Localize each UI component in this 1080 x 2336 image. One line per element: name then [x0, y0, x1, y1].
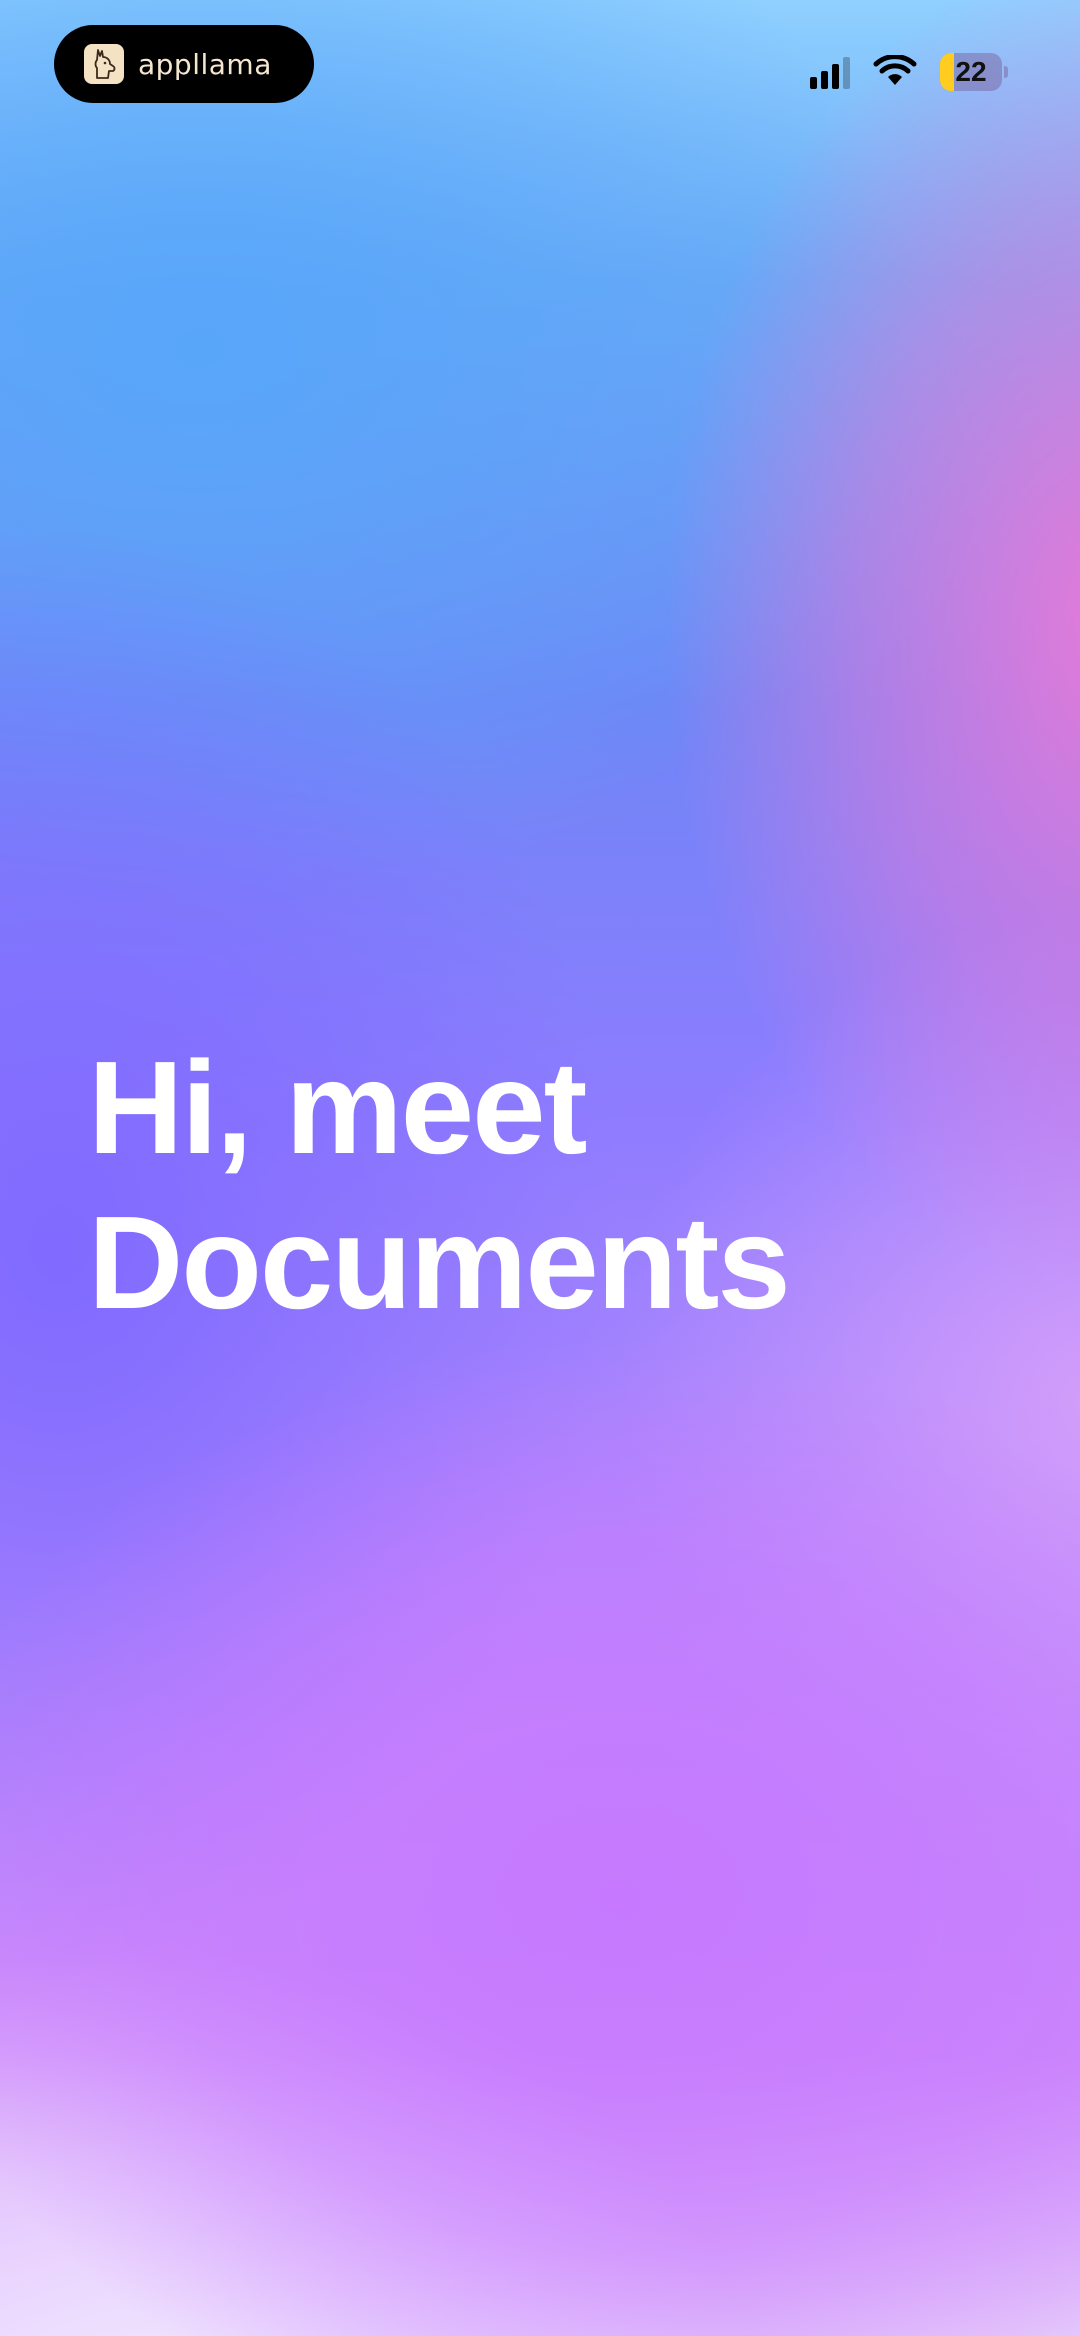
signal-icon [810, 55, 850, 89]
wifi-icon [873, 55, 917, 85]
battery-nub [1004, 66, 1008, 78]
app-badge[interactable]: appllama [54, 25, 314, 103]
headline-line-2: Documents [88, 1189, 791, 1336]
welcome-headline: Hi, meet Documents [88, 1030, 791, 1340]
battery-icon: 22 [940, 53, 1008, 91]
llama-logo-icon [84, 44, 124, 84]
battery-level: 22 [955, 56, 987, 87]
status-icons: 22 [810, 48, 1008, 96]
app-name: appllama [138, 47, 272, 81]
battery-indicator: 22 [940, 53, 1002, 91]
battery-fill [940, 53, 954, 91]
headline-line-1: Hi, meet [88, 1034, 587, 1181]
